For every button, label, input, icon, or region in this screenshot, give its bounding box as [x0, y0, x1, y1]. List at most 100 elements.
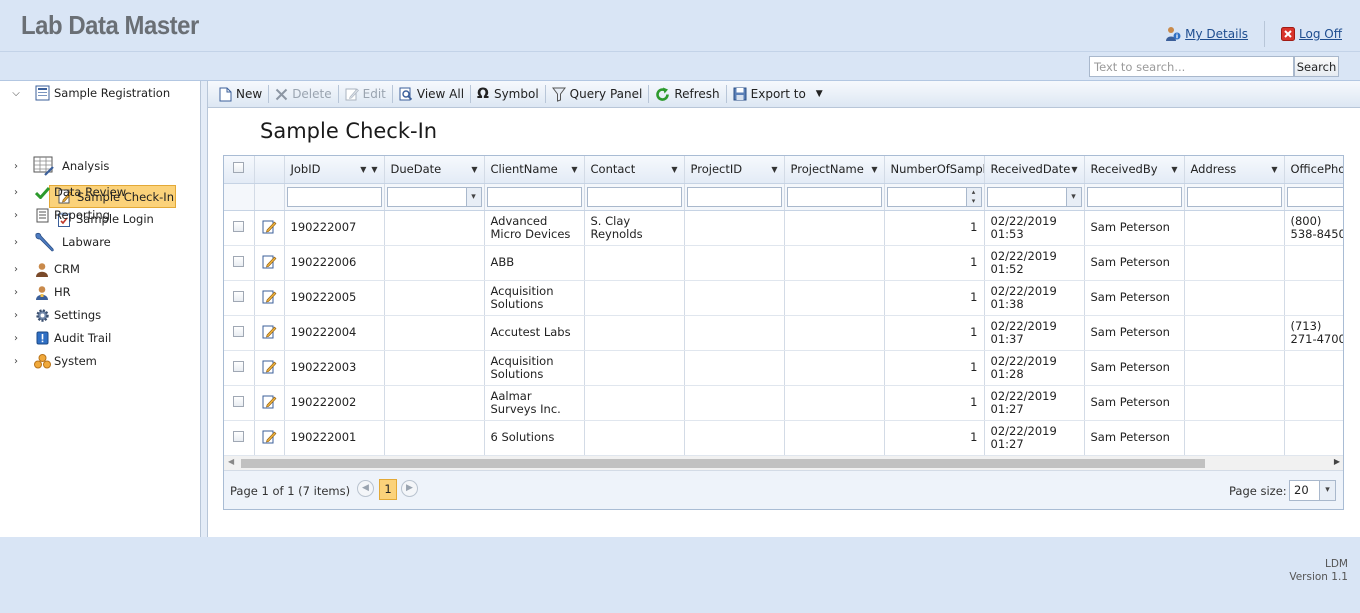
column-header-projectid[interactable]: ProjectID ▼ — [684, 156, 785, 184]
select-all-checkbox[interactable] — [233, 162, 245, 174]
edit-row-icon[interactable] — [262, 254, 277, 269]
cell-numberofsamples: 1 — [884, 280, 985, 316]
previous-page-icon[interactable]: ◀ — [357, 480, 374, 497]
chevron-right-icon[interactable]: › — [11, 237, 21, 248]
next-page-icon[interactable]: ▶ — [401, 480, 418, 497]
cell-projectname — [784, 210, 885, 246]
search-button[interactable]: Search — [1294, 56, 1339, 77]
column-header-address[interactable]: Address ▼ — [1184, 156, 1285, 184]
column-header-jobid[interactable]: JobID ▼ ▼ — [284, 156, 385, 184]
row-checkbox[interactable] — [233, 360, 245, 372]
filter-date-duedate[interactable] — [386, 186, 482, 207]
table-row[interactable]: 190222004 Accutest Labs 1 02/22/2019 01:37 S… — [224, 315, 1343, 351]
table-row[interactable]: 190222007 Advanced Micro Devices S. Clay R… — [224, 210, 1343, 246]
filter-icon[interactable]: ▼ — [1071, 165, 1077, 174]
sidebar-splitter[interactable] — [201, 81, 208, 537]
filter-icon[interactable]: ▼ — [1171, 165, 1177, 174]
column-header-receivedby[interactable]: ReceivedBy ▼ — [1084, 156, 1185, 184]
delete-button[interactable]: Delete — [270, 83, 336, 105]
query-panel-label: Query Panel — [569, 87, 643, 101]
edit-row-icon[interactable] — [262, 429, 277, 444]
filter-input-address[interactable] — [1186, 186, 1282, 207]
table-row[interactable]: 190222003 Acquisition Solutions 1 02/22/201… — [224, 350, 1343, 386]
log-off-link[interactable]: Log Off — [1281, 27, 1342, 41]
page-number-current[interactable]: 1 — [379, 479, 397, 500]
table-row[interactable]: 190222001 6 Solutions 1 02/22/2019 01:27 Sam… — [224, 420, 1343, 456]
filter-icon[interactable]: ▼ — [871, 165, 877, 174]
page-size-select[interactable]: 20 — [1289, 480, 1336, 501]
new-button[interactable]: New — [214, 83, 267, 105]
column-header-clientname[interactable]: ClientName ▼ — [484, 156, 585, 184]
edit-button[interactable]: Edit — [340, 83, 391, 105]
cell-officephone: (800) 538-8450 — [1284, 210, 1343, 246]
filter-input-jobid[interactable] — [286, 186, 382, 207]
query-panel-button[interactable]: Query Panel — [547, 83, 648, 105]
symbol-button[interactable]: Ω Symbol — [472, 83, 544, 105]
filter-input-projectname[interactable] — [786, 186, 882, 207]
my-details-link[interactable]: My Details — [1165, 26, 1248, 42]
column-header-officephone[interactable]: OfficePhone — [1284, 156, 1343, 184]
column-header-receiveddate[interactable]: ReceivedDate ▼ — [984, 156, 1085, 184]
column-header-duedate[interactable]: DueDate ▼ — [384, 156, 485, 184]
table-row[interactable]: 190222002 Aalmar Surveys Inc. 1 02/22/2019 … — [224, 385, 1343, 421]
column-header-projectname[interactable]: ProjectName ▼ — [784, 156, 885, 184]
chevron-right-icon[interactable]: › — [11, 333, 21, 344]
filter-spin-numberofsamples[interactable] — [886, 186, 982, 207]
horizontal-scrollbar[interactable]: ◀ ▶ — [224, 456, 1343, 470]
chevron-right-icon[interactable]: › — [11, 187, 21, 198]
filter-icon[interactable]: ▼ — [471, 165, 477, 174]
chevron-down-icon[interactable]: ⌵ — [11, 88, 21, 99]
view-all-button[interactable]: View All — [394, 83, 469, 105]
row-checkbox[interactable] — [233, 290, 245, 302]
row-checkbox[interactable] — [233, 255, 245, 267]
row-select-cell — [224, 385, 255, 421]
export-to-button[interactable]: Export to ▼ — [728, 83, 828, 105]
table-row[interactable]: 190222005 Acquisition Solutions 1 02/22/201… — [224, 280, 1343, 316]
chevron-right-icon[interactable]: › — [11, 210, 21, 221]
grid-rows: 190222007 Advanced Micro Devices S. Clay R… — [224, 210, 1343, 456]
scrollbar-thumb[interactable] — [241, 459, 1205, 468]
filter-input-clientname[interactable] — [486, 186, 582, 207]
refresh-button[interactable]: Refresh — [650, 83, 724, 105]
cell-address — [1184, 420, 1285, 456]
filter-icon[interactable]: ▼ — [371, 165, 377, 174]
cell-clientname: 6 Solutions — [484, 420, 585, 456]
row-select-cell — [224, 315, 255, 351]
chevron-right-icon[interactable]: › — [11, 310, 21, 321]
column-header-numberofsamples[interactable]: NumberOfSamples — [884, 156, 985, 184]
filter-input-receivedby[interactable] — [1086, 186, 1182, 207]
row-checkbox[interactable] — [233, 395, 245, 407]
edit-row-icon[interactable] — [262, 324, 277, 339]
column-header-label: ReceivedBy — [1090, 162, 1158, 177]
chevron-right-icon[interactable]: › — [11, 287, 21, 298]
cell-clientname: Acquisition Solutions — [484, 350, 585, 386]
filter-input-contact[interactable] — [586, 186, 682, 207]
scroll-right-icon[interactable]: ▶ — [1334, 457, 1340, 466]
row-checkbox[interactable] — [233, 325, 245, 337]
sidebar-item-label: CRM — [54, 262, 80, 276]
table-row[interactable]: 190222006 ABB 1 02/22/2019 01:52 Sam Peterso… — [224, 245, 1343, 281]
filter-date-receiveddate[interactable] — [986, 186, 1082, 207]
filter-icon[interactable]: ▼ — [771, 165, 777, 174]
filter-input-officephone[interactable] — [1286, 186, 1343, 207]
user-links: My Details Log Off — [1165, 21, 1342, 47]
sort-descending-icon[interactable]: ▼ — [360, 165, 366, 174]
chevron-right-icon[interactable]: › — [11, 356, 21, 367]
chevron-right-icon[interactable]: › — [11, 161, 21, 172]
edit-row-icon[interactable] — [262, 394, 277, 409]
search-input[interactable] — [1089, 56, 1294, 77]
edit-row-icon[interactable] — [262, 359, 277, 374]
filter-icon[interactable]: ▼ — [671, 165, 677, 174]
edit-row-icon[interactable] — [262, 219, 277, 234]
cell-address — [1184, 245, 1285, 281]
chevron-right-icon[interactable]: › — [11, 264, 21, 275]
log-off-label: Log Off — [1299, 27, 1342, 41]
edit-row-icon[interactable] — [262, 289, 277, 304]
filter-icon[interactable]: ▼ — [1271, 165, 1277, 174]
filter-icon[interactable]: ▼ — [571, 165, 577, 174]
column-header-contact[interactable]: Contact ▼ — [584, 156, 685, 184]
filter-input-projectid[interactable] — [686, 186, 782, 207]
scroll-left-icon[interactable]: ◀ — [228, 457, 234, 466]
row-checkbox[interactable] — [233, 430, 245, 442]
row-checkbox[interactable] — [233, 220, 245, 232]
